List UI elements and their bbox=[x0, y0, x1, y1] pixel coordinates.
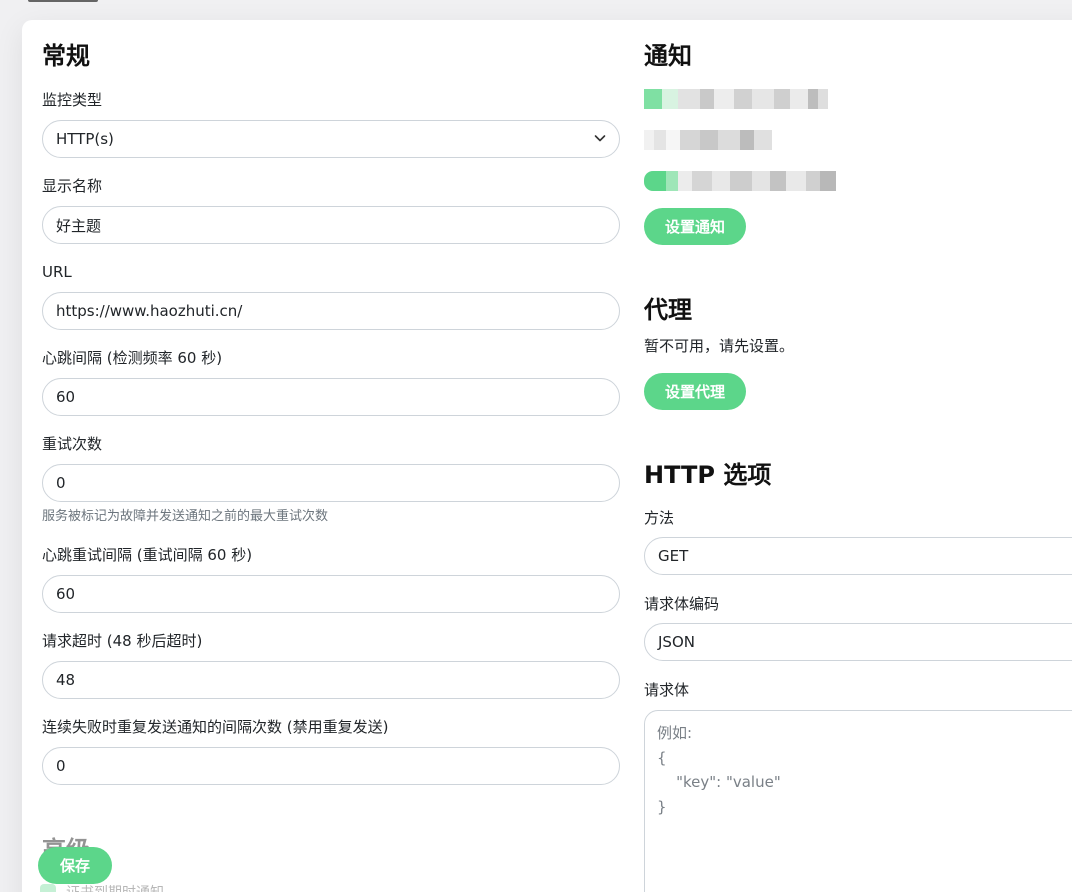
retry-interval-value: 60 bbox=[56, 585, 76, 603]
url-input[interactable]: https://www.haozhuti.cn/ bbox=[42, 292, 620, 330]
body-encoding-select[interactable]: JSON bbox=[644, 623, 1072, 661]
display-name-input[interactable]: 好主题 bbox=[42, 206, 620, 244]
method-value: GET bbox=[658, 547, 689, 565]
general-title: 常规 bbox=[42, 42, 90, 70]
heartbeat-interval-label: 心跳间隔 (检测频率 60 秒) bbox=[42, 349, 223, 367]
proxy-title: 代理 bbox=[644, 296, 692, 324]
url-label: URL bbox=[42, 263, 72, 281]
timeout-label: 请求超时 (48 秒后超时) bbox=[42, 632, 203, 650]
monitor-type-select[interactable]: HTTP(s) bbox=[42, 120, 620, 158]
checkbox-icon bbox=[40, 884, 56, 892]
setup-proxy-button[interactable]: 设置代理 bbox=[644, 373, 747, 410]
save-button[interactable]: 保存 bbox=[38, 847, 113, 884]
retries-hint: 服务被标记为故障并发送通知之前的最大重试次数 bbox=[42, 509, 329, 524]
retries-value: 0 bbox=[56, 474, 66, 492]
page-header-fragment bbox=[28, 0, 98, 2]
resend-interval-value: 0 bbox=[56, 757, 66, 775]
method-select[interactable]: GET bbox=[644, 537, 1072, 575]
timeout-input[interactable]: 48 bbox=[42, 661, 620, 699]
resend-interval-label: 连续失败时重复发送通知的间隔次数 (禁用重复发送) bbox=[42, 718, 389, 736]
retry-interval-label: 心跳重试间隔 (重试间隔 60 秒) bbox=[42, 546, 253, 564]
monitor-type-label: 监控类型 bbox=[42, 91, 103, 109]
timeout-value: 48 bbox=[56, 671, 76, 689]
setup-notification-button[interactable]: 设置通知 bbox=[644, 208, 747, 245]
setup-notification-label: 设置通知 bbox=[644, 208, 747, 245]
setup-proxy-label: 设置代理 bbox=[644, 373, 747, 410]
retries-input[interactable]: 0 bbox=[42, 464, 620, 502]
display-name-value: 好主题 bbox=[56, 216, 102, 235]
chevron-down-icon bbox=[594, 135, 606, 142]
save-bar: 保存 bbox=[38, 847, 113, 884]
proxy-unavailable-text: 暂不可用，请先设置。 bbox=[644, 337, 795, 355]
method-label: 方法 bbox=[644, 509, 675, 527]
body-encoding-label: 请求体编码 bbox=[644, 595, 720, 613]
notification-item-obscured[interactable] bbox=[644, 130, 772, 150]
monitor-edit-card: 常规 监控类型 HTTP(s) 显示名称 好主题 URL https://www… bbox=[22, 20, 1072, 892]
heartbeat-interval-input[interactable]: 60 bbox=[42, 378, 620, 416]
notification-item-obscured[interactable] bbox=[644, 89, 828, 109]
body-label: 请求体 bbox=[644, 681, 690, 699]
monitor-type-value: HTTP(s) bbox=[56, 130, 114, 148]
notification-item-obscured[interactable] bbox=[644, 171, 836, 191]
http-options-title: HTTP 选项 bbox=[644, 461, 772, 489]
notifications-title: 通知 bbox=[644, 42, 692, 70]
url-value: https://www.haozhuti.cn/ bbox=[56, 302, 243, 320]
display-name-label: 显示名称 bbox=[42, 177, 103, 195]
retries-label: 重试次数 bbox=[42, 435, 103, 453]
body-encoding-value: JSON bbox=[658, 633, 695, 651]
heartbeat-interval-value: 60 bbox=[56, 388, 76, 406]
body-textarea[interactable]: 例如: { "key": "value" } bbox=[644, 710, 1072, 892]
retry-interval-input[interactable]: 60 bbox=[42, 575, 620, 613]
resend-interval-input[interactable]: 0 bbox=[42, 747, 620, 785]
